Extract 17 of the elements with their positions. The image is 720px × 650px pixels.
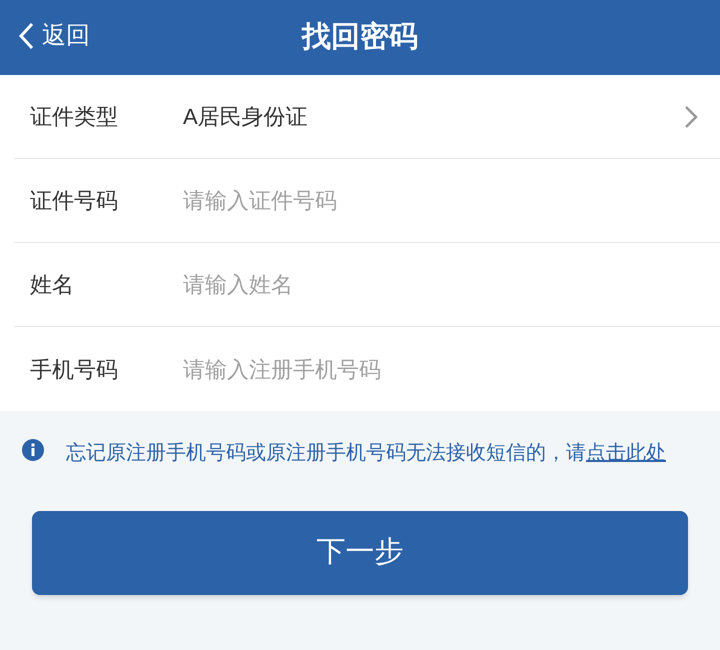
input-field[interactable]: 请输入注册手机号码 [169,352,698,386]
field-label: 证件号码 [29,187,119,215]
input-field[interactable]: 请输入姓名 [169,268,698,301]
chevron-right-icon [684,104,698,128]
field-label: 证件类型 [29,103,119,131]
field-label: 手机号码 [29,356,119,384]
next-step-button[interactable]: 下一步 [32,511,688,595]
click-here-link[interactable]: 点击此处 [586,442,666,464]
notice-text: 忘记原注册手机号码或原注册手机号码无法接收短信的，请点击此处 [66,441,666,466]
input-field[interactable]: 请输入证件号码 [169,184,698,217]
id-type-select[interactable]: A居民身份证 [169,100,684,133]
page-title: 找回密码 [302,20,418,55]
back-label: 返回 [42,21,90,51]
chevron-left-icon [18,22,34,50]
back-button[interactable]: 返回 [18,18,90,54]
field-label: 姓名 [29,271,75,299]
info-icon [22,439,44,461]
